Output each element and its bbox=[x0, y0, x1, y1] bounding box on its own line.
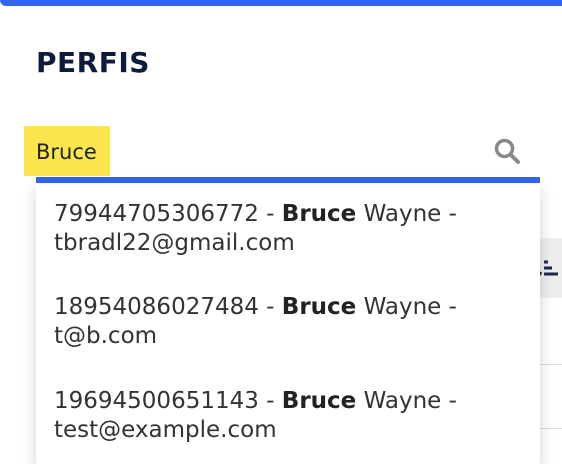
search-input[interactable] bbox=[36, 132, 476, 172]
option-match: Bruce bbox=[281, 388, 357, 414]
option-name-rest: Wayne - bbox=[356, 388, 457, 414]
search-icon[interactable] bbox=[492, 136, 522, 166]
autocomplete-option[interactable]: 79944705306772 - Bruce Wayne - tbradl22@… bbox=[54, 200, 514, 258]
option-name-rest: Wayne - bbox=[356, 201, 457, 227]
option-email: tbradl22@gmail.com bbox=[54, 230, 295, 256]
option-match: Bruce bbox=[281, 201, 357, 227]
autocomplete-option[interactable]: 18954086027484 - Bruce Wayne - t@b.com bbox=[54, 293, 514, 351]
autocomplete-option[interactable]: 19694500651143 - Bruce Wayne - test@exam… bbox=[54, 387, 514, 445]
option-email: test@example.com bbox=[54, 417, 277, 443]
option-separator: - bbox=[258, 201, 282, 227]
option-match: Bruce bbox=[281, 294, 357, 320]
option-id: 18954086027484 bbox=[54, 294, 259, 320]
autocomplete-dropdown: 79944705306772 - Bruce Wayne - tbradl22@… bbox=[36, 183, 540, 464]
option-email: t@b.com bbox=[54, 323, 158, 349]
page-title: PERFIS bbox=[36, 46, 150, 79]
option-id: 19694500651143 bbox=[54, 388, 259, 414]
option-separator: - bbox=[258, 388, 282, 414]
option-id: 79944705306772 bbox=[54, 201, 259, 227]
option-separator: - bbox=[258, 294, 282, 320]
option-name-rest: Wayne - bbox=[356, 294, 457, 320]
